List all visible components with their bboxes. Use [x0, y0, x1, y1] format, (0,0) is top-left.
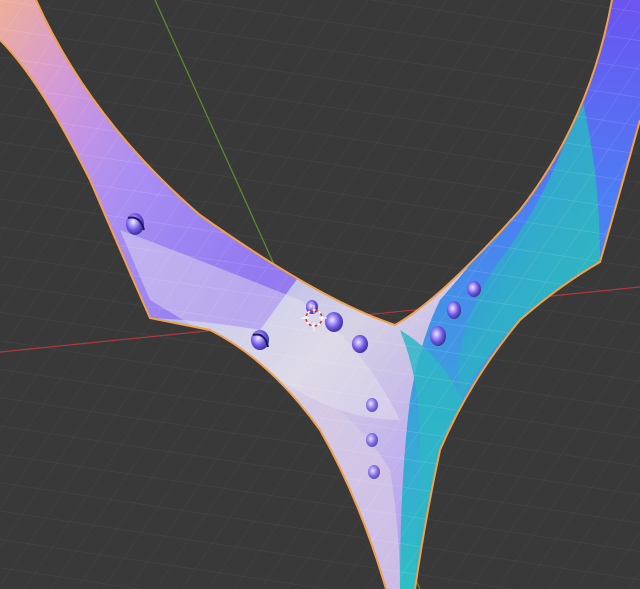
3d-viewport[interactable] — [0, 0, 640, 589]
viewport-canvas[interactable] — [0, 0, 640, 589]
